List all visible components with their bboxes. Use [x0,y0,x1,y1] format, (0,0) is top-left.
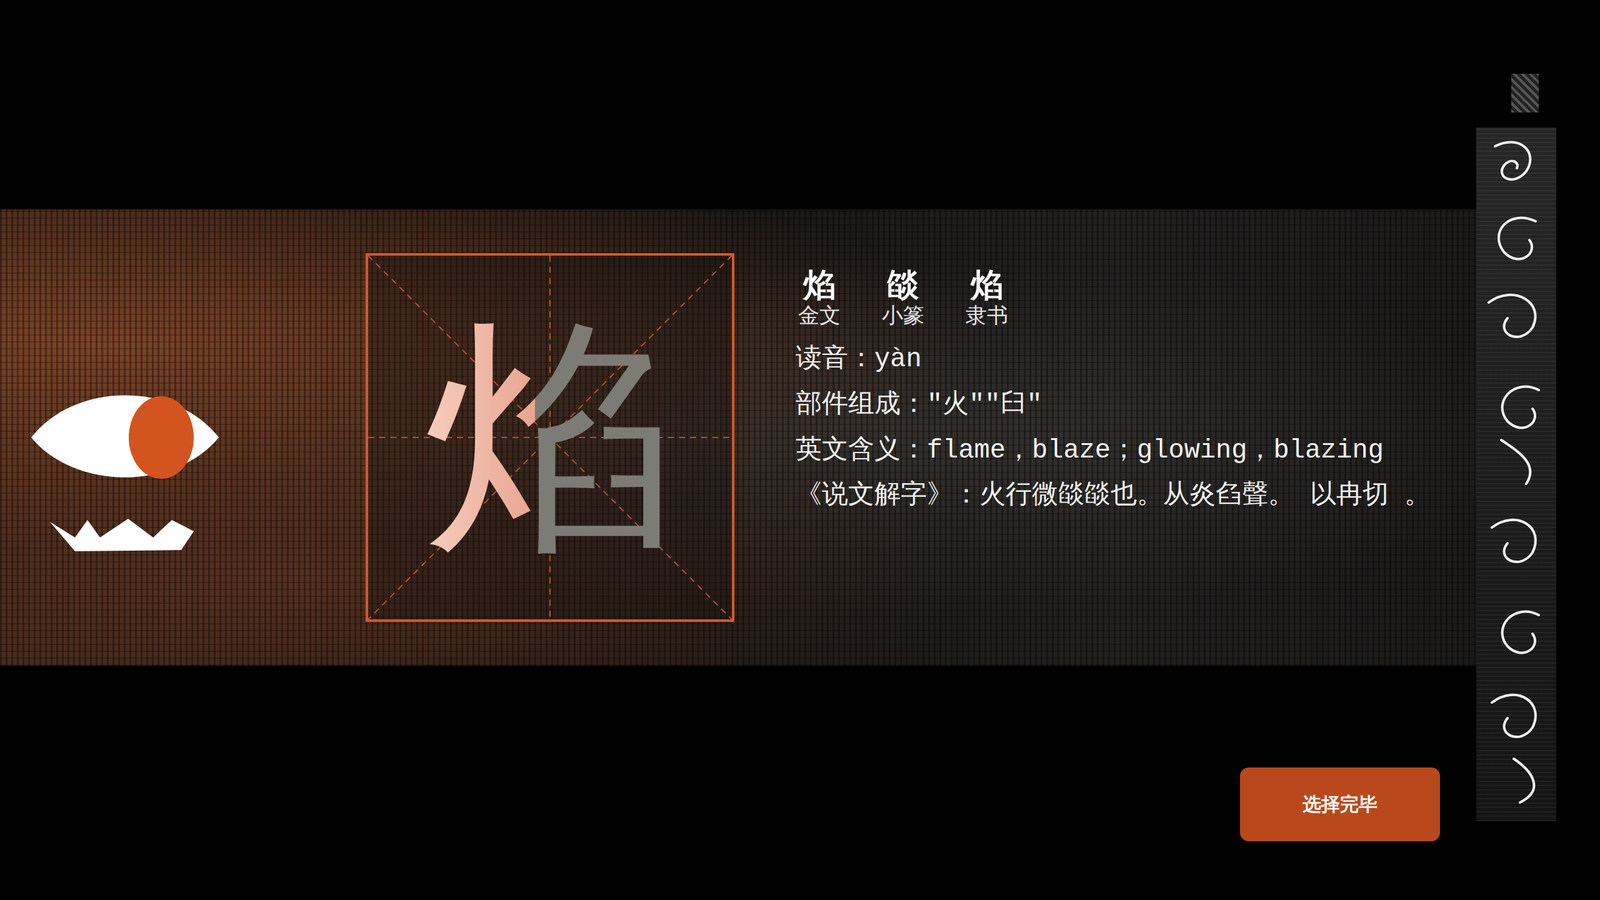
script-label: 隶书 [965,303,1009,329]
script-form: 焰隶书 [963,268,1011,329]
script-glyph: 焰 [803,268,836,304]
eye-creature-icon [25,381,225,569]
character-panel: 焰焰金文燄小篆焰隶书读音：yàn部件组成：″火″″臼″英文含义：flame，bl… [0,209,1477,666]
scroll-strip [1476,127,1557,822]
info-line: 英文含义：flame，blaze；glowing，blazing [795,428,1471,474]
script-glyph: 焰 [970,268,1004,304]
script-label: 小篆 [881,303,925,329]
info-line: 《说文解字》：火行微燄燄也。从炎臽聲。 以冉切 。 [795,473,1471,519]
script-glyph: 燄 [886,268,920,304]
main-character: 焰 [425,300,675,575]
game-screen: 焰焰金文燄小篆焰隶书读音：yàn部件组成：″火″″臼″英文含义：flame，bl… [0,0,1600,900]
info-line: 部件组成：″火″″臼″ [795,382,1471,429]
script-label: 金文 [798,303,841,329]
script-form: 焰金文 [795,268,844,329]
cloud-swirl-icon [1476,127,1557,822]
script-form: 燄小篆 [879,268,927,329]
info-line: 读音：yàn [795,336,1471,383]
confirm-button[interactable]: 选择完毕 [1240,767,1440,842]
script-forms: 焰金文燄小篆焰隶书 [795,268,1471,329]
character-info: 焰金文燄小篆焰隶书读音：yàn部件组成：″火″″臼″英文含义：flame，bla… [795,268,1471,519]
scroll-knob [1511,73,1539,113]
character-box: 焰 [365,253,735,622]
footer: 选择完毕 [0,767,1600,842]
